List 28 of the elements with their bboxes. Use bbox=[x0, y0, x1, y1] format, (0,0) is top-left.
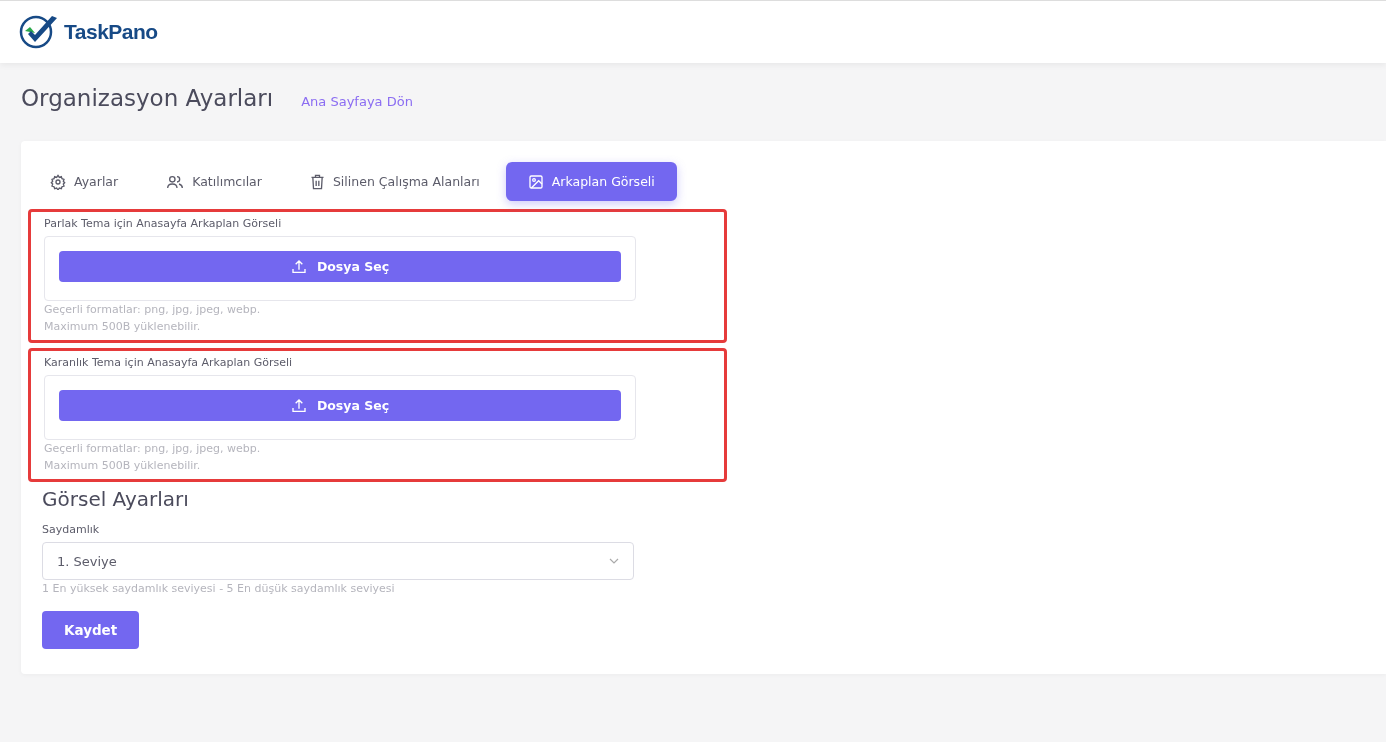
trash-icon bbox=[309, 173, 325, 190]
upload-icon bbox=[290, 258, 307, 275]
hint-text: Maximum 500B yüklenebilir. bbox=[44, 319, 202, 335]
chevron-down-icon bbox=[609, 558, 619, 564]
tab[interactable]: Ayarlar bbox=[28, 162, 141, 201]
transparency-select[interactable]: 1. Seviye bbox=[42, 542, 634, 580]
hint-text: Maximum 500B yüklenebilir. bbox=[44, 458, 202, 474]
image-icon bbox=[527, 173, 544, 190]
settings-icon bbox=[50, 173, 66, 190]
choose-file-button[interactable]: Dosya Seç bbox=[59, 251, 621, 282]
field-label: Saydamlık bbox=[42, 523, 101, 536]
save-button[interactable]: Kaydet bbox=[42, 611, 140, 649]
field-label: Karanlık Tema için Anasayfa Arkaplan Görseli bbox=[44, 356, 294, 369]
page-title: Organizasyon Ayarları bbox=[21, 85, 274, 111]
tab[interactable]: Arkaplan Görseli bbox=[505, 162, 677, 201]
tab[interactable]: Katılımcılar bbox=[144, 162, 284, 201]
choose-file-button[interactable]: Dosya Seç bbox=[59, 390, 621, 421]
logo-text[interactable]: TaskPano bbox=[64, 20, 158, 44]
back-link[interactable]: Ana Sayfaya Dön bbox=[301, 94, 413, 109]
users-icon bbox=[166, 173, 185, 190]
help-text: 1 En yüksek saydamlık seviyesi - 5 En düşük saydamlık seviyesi bbox=[42, 581, 396, 597]
tab[interactable]: Silinen Çalışma Alanları bbox=[287, 162, 502, 201]
upload-icon bbox=[290, 397, 307, 414]
hint-text: Geçerli formatlar: png, jpg, jpeg, webp. bbox=[44, 441, 262, 457]
field-label: Parlak Tema için Anasayfa Arkaplan Görseli bbox=[44, 217, 283, 230]
section-title: Görsel Ayarları bbox=[42, 487, 190, 511]
checkmark-logo-icon bbox=[18, 14, 60, 50]
hint-text: Geçerli formatlar: png, jpg, jpeg, webp. bbox=[44, 302, 262, 318]
